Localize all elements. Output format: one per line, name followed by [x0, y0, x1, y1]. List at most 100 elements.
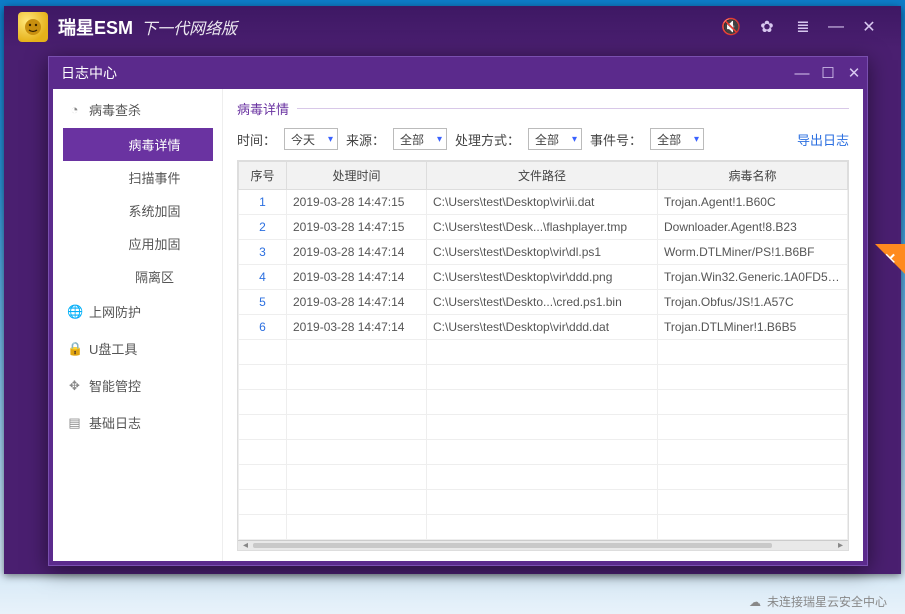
sidebar-item-app-harden[interactable]: 应用加固 [63, 227, 213, 260]
section-divider [297, 108, 849, 109]
lock-icon: 🔒 [67, 341, 82, 357]
chevron-down-icon: ▾ [688, 134, 699, 145]
panel-minimize-button[interactable]: — [789, 60, 815, 86]
sidebar-group-virus-scan[interactable]: ◔ 病毒查杀 [53, 91, 222, 128]
app-window: 瑞星ESM 下一代网络版 🔇 ✿ ≣ — ✕ 日志中心 — ☐ ✕ ◔ 病毒查杀… [4, 6, 901, 574]
table-row-empty [239, 515, 848, 540]
app-minimize-button[interactable]: — [827, 18, 845, 36]
table-row-empty [239, 415, 848, 440]
scroll-right-icon[interactable]: ▸ [833, 541, 848, 550]
cell-virus: Worm.DTLMiner/PS!1.B6BF [658, 240, 848, 265]
filter-event-select[interactable]: 全部▾ [650, 128, 704, 150]
panel-title: 日志中心 [61, 63, 117, 83]
sidebar-group-usb-tool[interactable]: 🔒 U盘工具 [53, 330, 222, 367]
col-virus[interactable]: 病毒名称 [658, 162, 848, 190]
main-content: 病毒详情 时间： 今天▾ 来源： 全部▾ 处理方式： 全部▾ 事件号： 全部▾ … [223, 89, 863, 561]
sidebar-group-web-protect[interactable]: 🌐 上网防护 [53, 293, 222, 330]
table-row-empty [239, 390, 848, 415]
col-path[interactable]: 文件路径 [427, 162, 658, 190]
virus-table: 序号 处理时间 文件路径 病毒名称 12019-03-28 14:47:15C:… [237, 160, 849, 551]
sidebar-item-scan-events[interactable]: 扫描事件 [63, 161, 213, 194]
cell-index: 3 [239, 240, 287, 265]
table-row-empty [239, 490, 848, 515]
filter-source-select[interactable]: 全部▾ [393, 128, 447, 150]
status-text: 未连接瑞星云安全中心 [767, 593, 887, 610]
log-center-panel: 日志中心 — ☐ ✕ ◔ 病毒查杀 病毒详情 扫描事件 系统加固 应用加固 隔离… [48, 56, 868, 566]
app-header: 瑞星ESM 下一代网络版 🔇 ✿ ≣ — ✕ [4, 6, 901, 48]
col-time[interactable]: 处理时间 [287, 162, 427, 190]
sidebar-group-label: 智能管控 [89, 376, 141, 395]
table-row[interactable]: 32019-03-28 14:47:14C:\Users\test\Deskto… [239, 240, 848, 265]
sidebar-group-label: 上网防护 [89, 302, 141, 321]
sidebar-group-label: 基础日志 [89, 413, 141, 432]
table-row[interactable]: 12019-03-28 14:47:15C:\Users\test\Deskto… [239, 190, 848, 215]
table-row-empty [239, 465, 848, 490]
sidebar-item-quarantine[interactable]: 隔离区 [63, 260, 213, 293]
panel-close-button[interactable]: ✕ [841, 60, 867, 86]
log-icon: ▤ [67, 415, 82, 431]
cell-path: C:\Users\test\Desktop\vir\ddd.dat [427, 315, 658, 340]
table-row-empty [239, 340, 848, 365]
control-icon: ✥ [67, 378, 82, 394]
scroll-thumb[interactable] [253, 543, 772, 548]
cell-path: C:\Users\test\Desktop\vir\ii.dat [427, 190, 658, 215]
filter-method-label: 处理方式： [455, 130, 520, 149]
menu-icon[interactable]: ≣ [791, 17, 815, 37]
cell-path: C:\Users\test\Deskto...\cred.ps1.bin [427, 290, 658, 315]
panel-body: ◔ 病毒查杀 病毒详情 扫描事件 系统加固 应用加固 隔离区 🌐 上网防护 🔒 … [53, 89, 863, 561]
section-title-text: 病毒详情 [237, 99, 289, 118]
filter-time-select[interactable]: 今天▾ [284, 128, 338, 150]
filter-bar: 时间： 今天▾ 来源： 全部▾ 处理方式： 全部▾ 事件号： 全部▾ 导出日志 [237, 128, 849, 150]
cell-virus: Trojan.Agent!1.B60C [658, 190, 848, 215]
cell-path: C:\Users\test\Desktop\vir\dl.ps1 [427, 240, 658, 265]
cell-time: 2019-03-28 14:47:15 [287, 190, 427, 215]
cell-virus: Trojan.DTLMiner!1.B6B5 [658, 315, 848, 340]
status-bar: ☁ 未连接瑞星云安全中心 [749, 593, 887, 610]
table-row[interactable]: 52019-03-28 14:47:14C:\Users\test\Deskto… [239, 290, 848, 315]
cell-path: C:\Users\test\Desktop\vir\ddd.png [427, 265, 658, 290]
cell-index: 6 [239, 315, 287, 340]
chevron-down-icon: ▾ [566, 134, 577, 145]
app-logo-icon [18, 12, 48, 42]
sidebar-group-smart-control[interactable]: ✥ 智能管控 [53, 367, 222, 404]
sidebar-group-base-log[interactable]: ▤ 基础日志 [53, 404, 222, 441]
settings-icon[interactable]: ✿ [755, 17, 779, 37]
cell-time: 2019-03-28 14:47:14 [287, 265, 427, 290]
cell-time: 2019-03-28 14:47:15 [287, 215, 427, 240]
cell-path: C:\Users\test\Desk...\flashplayer.tmp [427, 215, 658, 240]
sidebar-item-system-harden[interactable]: 系统加固 [63, 194, 213, 227]
table-row-empty [239, 365, 848, 390]
table-row[interactable]: 42019-03-28 14:47:14C:\Users\test\Deskto… [239, 265, 848, 290]
sidebar-group-label: U盘工具 [89, 339, 137, 358]
table-row[interactable]: 22019-03-28 14:47:15C:\Users\test\Desk..… [239, 215, 848, 240]
sidebar-item-virus-details[interactable]: 病毒详情 [63, 128, 213, 161]
cell-virus: Trojan.Obfus/JS!1.A57C [658, 290, 848, 315]
cell-time: 2019-03-28 14:47:14 [287, 240, 427, 265]
table-row[interactable]: 62019-03-28 14:47:14C:\Users\test\Deskto… [239, 315, 848, 340]
cell-virus: Downloader.Agent!8.B23 [658, 215, 848, 240]
filter-event-label: 事件号： [590, 130, 642, 149]
filter-method-select[interactable]: 全部▾ [528, 128, 582, 150]
panel-titlebar: 日志中心 — ☐ ✕ [49, 57, 867, 89]
chevron-down-icon: ▾ [322, 134, 333, 145]
mute-icon[interactable]: 🔇 [719, 17, 743, 37]
horizontal-scrollbar[interactable]: ◂ ▸ [238, 540, 848, 550]
scroll-left-icon[interactable]: ◂ [238, 541, 253, 550]
panel-maximize-button[interactable]: ☐ [815, 60, 841, 86]
table-header-row: 序号 处理时间 文件路径 病毒名称 [239, 162, 848, 190]
app-close-button[interactable]: ✕ [857, 17, 881, 37]
filter-source-label: 来源： [346, 130, 385, 149]
cell-virus: Trojan.Win32.Generic.1A0FD5FA [658, 265, 848, 290]
app-title: 瑞星ESM [58, 14, 133, 40]
cell-index: 2 [239, 215, 287, 240]
filter-time-label: 时间： [237, 130, 276, 149]
col-index[interactable]: 序号 [239, 162, 287, 190]
export-log-link[interactable]: 导出日志 [797, 130, 849, 149]
cell-index: 1 [239, 190, 287, 215]
cell-time: 2019-03-28 14:47:14 [287, 290, 427, 315]
table-row-empty [239, 440, 848, 465]
app-subtitle: 下一代网络版 [141, 15, 237, 39]
sidebar-group-label: 病毒查杀 [89, 100, 141, 119]
virus-scan-icon: ◔ [67, 102, 82, 117]
section-title: 病毒详情 [237, 99, 849, 118]
